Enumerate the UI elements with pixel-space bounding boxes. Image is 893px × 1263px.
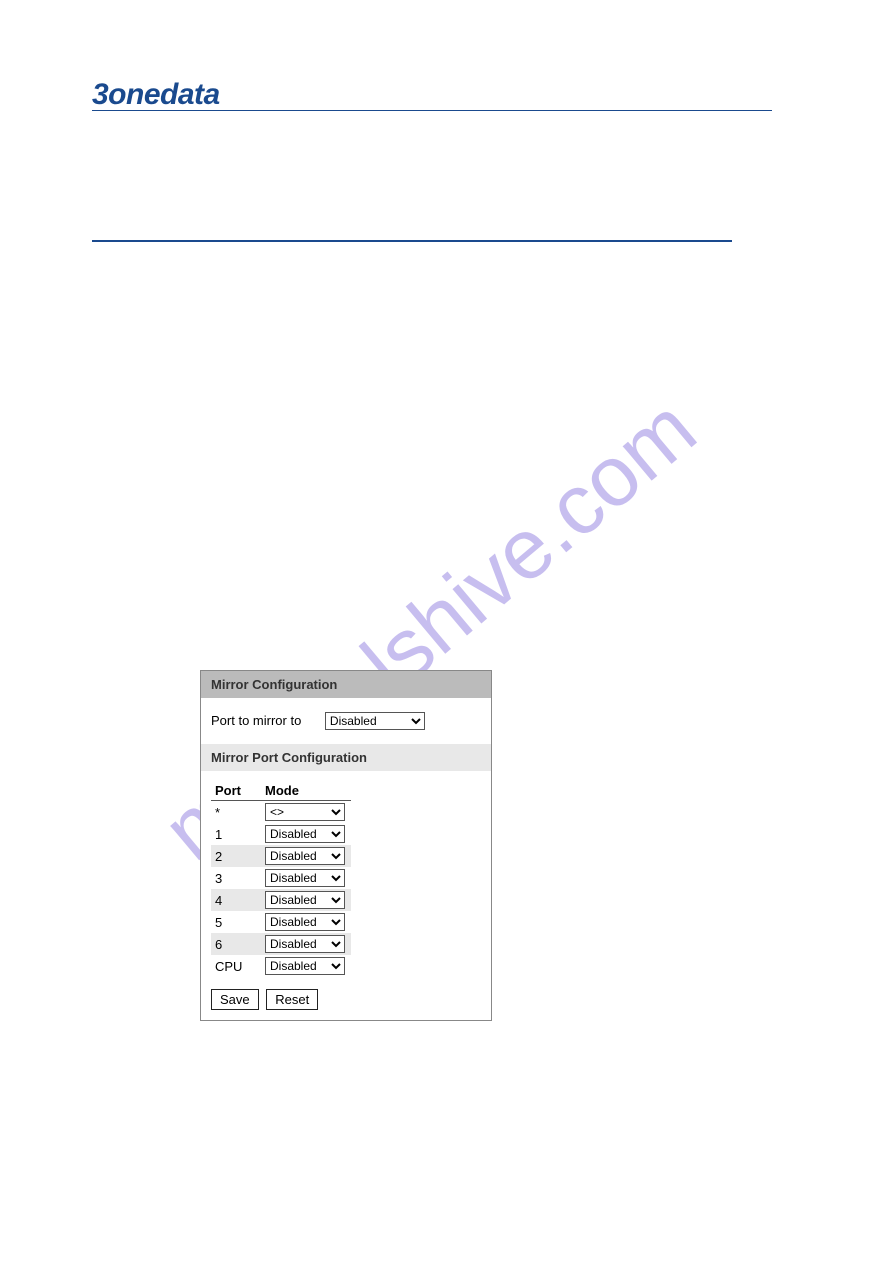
mirror-to-row: Port to mirror to Disabled	[201, 698, 491, 744]
port-cell: 2	[211, 845, 261, 867]
mode-select[interactable]: <>	[265, 803, 345, 821]
table-row: 2Disabled	[211, 845, 351, 867]
mode-select[interactable]: Disabled	[265, 913, 345, 931]
mirror-port-section-title: Mirror Port Configuration	[201, 744, 491, 771]
port-cell: 4	[211, 889, 261, 911]
table-row: *<>	[211, 801, 351, 824]
mode-select[interactable]: Disabled	[265, 891, 345, 909]
port-cell: 1	[211, 823, 261, 845]
mode-select[interactable]: Disabled	[265, 935, 345, 953]
mode-cell: Disabled	[261, 955, 351, 977]
col-port: Port	[211, 781, 261, 801]
mode-select[interactable]: Disabled	[265, 869, 345, 887]
col-mode: Mode	[261, 781, 351, 801]
mode-select[interactable]: Disabled	[265, 847, 345, 865]
mirror-to-select[interactable]: Disabled	[325, 712, 425, 730]
reset-button[interactable]: Reset	[266, 989, 318, 1010]
port-cell: 3	[211, 867, 261, 889]
mode-select[interactable]: Disabled	[265, 825, 345, 843]
button-row: Save Reset	[201, 981, 491, 1020]
mirror-to-label: Port to mirror to	[211, 713, 301, 728]
table-row: 3Disabled	[211, 867, 351, 889]
table-row: 5Disabled	[211, 911, 351, 933]
brand-logo: 3onedata	[92, 78, 220, 112]
mode-cell: Disabled	[261, 889, 351, 911]
mirror-config-panel: Mirror Configuration Port to mirror to D…	[200, 670, 492, 1021]
table-row: CPUDisabled	[211, 955, 351, 977]
mode-cell: Disabled	[261, 845, 351, 867]
mode-cell: <>	[261, 801, 351, 824]
section-divider	[92, 240, 732, 242]
port-cell: 6	[211, 933, 261, 955]
port-cell: 5	[211, 911, 261, 933]
mode-cell: Disabled	[261, 867, 351, 889]
mode-select[interactable]: Disabled	[265, 957, 345, 975]
table-row: 4Disabled	[211, 889, 351, 911]
table-row: 6Disabled	[211, 933, 351, 955]
port-cell: CPU	[211, 955, 261, 977]
port-cell: *	[211, 801, 261, 824]
mode-cell: Disabled	[261, 823, 351, 845]
table-row: 1Disabled	[211, 823, 351, 845]
panel-title: Mirror Configuration	[201, 671, 491, 698]
mode-cell: Disabled	[261, 911, 351, 933]
save-button[interactable]: Save	[211, 989, 259, 1010]
mode-cell: Disabled	[261, 933, 351, 955]
mirror-port-table: Port Mode *<>1Disabled2Disabled3Disabled…	[211, 781, 351, 977]
header-divider	[92, 110, 772, 111]
